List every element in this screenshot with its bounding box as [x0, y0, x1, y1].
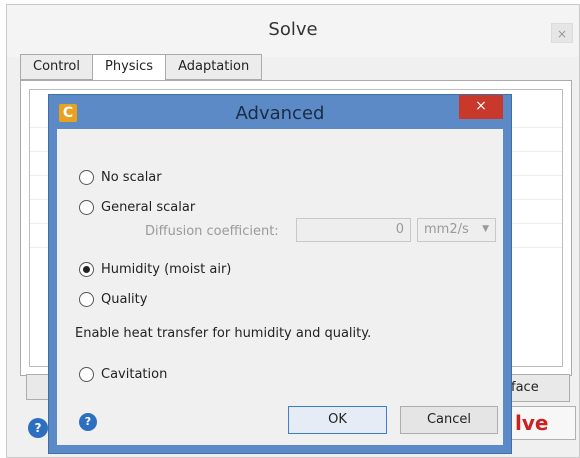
advanced-dialog-title: Advanced — [235, 103, 325, 124]
radio-humidity-circle[interactable] — [79, 261, 94, 277]
tab-physics[interactable]: Physics — [92, 54, 166, 81]
heat-transfer-hint: Enable heat transfer for humidity and qu… — [75, 326, 372, 341]
solve-titlebar: Solve × — [7, 5, 579, 57]
radio-no-scalar-label: No scalar — [101, 169, 162, 185]
solve-window-title: Solve — [268, 19, 318, 40]
cancel-button[interactable]: Cancel — [400, 406, 498, 434]
radio-general-scalar[interactable]: General scalar — [79, 197, 195, 217]
radio-no-scalar-circle[interactable] — [79, 169, 94, 185]
advanced-dialog: C Advanced × No scalar General scalar Di… — [48, 94, 512, 454]
radio-quality-circle[interactable] — [79, 291, 94, 307]
radio-general-scalar-circle[interactable] — [79, 199, 94, 215]
radio-general-scalar-label: General scalar — [101, 199, 196, 215]
diffusion-coefficient-input[interactable]: 0 — [296, 218, 411, 242]
help-icon[interactable]: ? — [79, 413, 97, 431]
background-surface-button[interactable]: face — [506, 374, 570, 402]
solve-close-button[interactable]: × — [551, 23, 573, 43]
radio-humidity[interactable]: Humidity (moist air) — [79, 259, 231, 279]
advanced-close-button[interactable]: × — [459, 95, 503, 119]
solve-help-icon[interactable]: ? — [28, 418, 48, 438]
tab-adaptation[interactable]: Adaptation — [165, 54, 263, 80]
advanced-body: No scalar General scalar Diffusion coeff… — [57, 129, 503, 445]
radio-humidity-label: Humidity (moist air) — [101, 261, 232, 277]
advanced-titlebar[interactable]: C Advanced × — [49, 95, 511, 129]
diffusion-unit-value: mm2/s — [424, 222, 469, 237]
radio-cavitation-label: Cavitation — [101, 366, 168, 382]
radio-cavitation[interactable]: Cavitation — [79, 364, 167, 384]
chevron-down-icon: ▼ — [482, 224, 489, 234]
ok-button[interactable]: OK — [288, 406, 387, 434]
radio-cavitation-circle[interactable] — [79, 366, 94, 382]
solve-tabs: Control Physics Adaptation — [20, 54, 263, 81]
diffusion-coefficient-label: Diffusion coefficient: — [145, 224, 279, 239]
radio-quality[interactable]: Quality — [79, 289, 147, 309]
radio-quality-label: Quality — [101, 291, 148, 307]
radio-no-scalar[interactable]: No scalar — [79, 167, 162, 187]
solve-button[interactable]: lve — [504, 406, 576, 440]
diffusion-unit-select[interactable]: mm2/s ▼ — [417, 218, 496, 242]
tab-control[interactable]: Control — [20, 54, 92, 80]
